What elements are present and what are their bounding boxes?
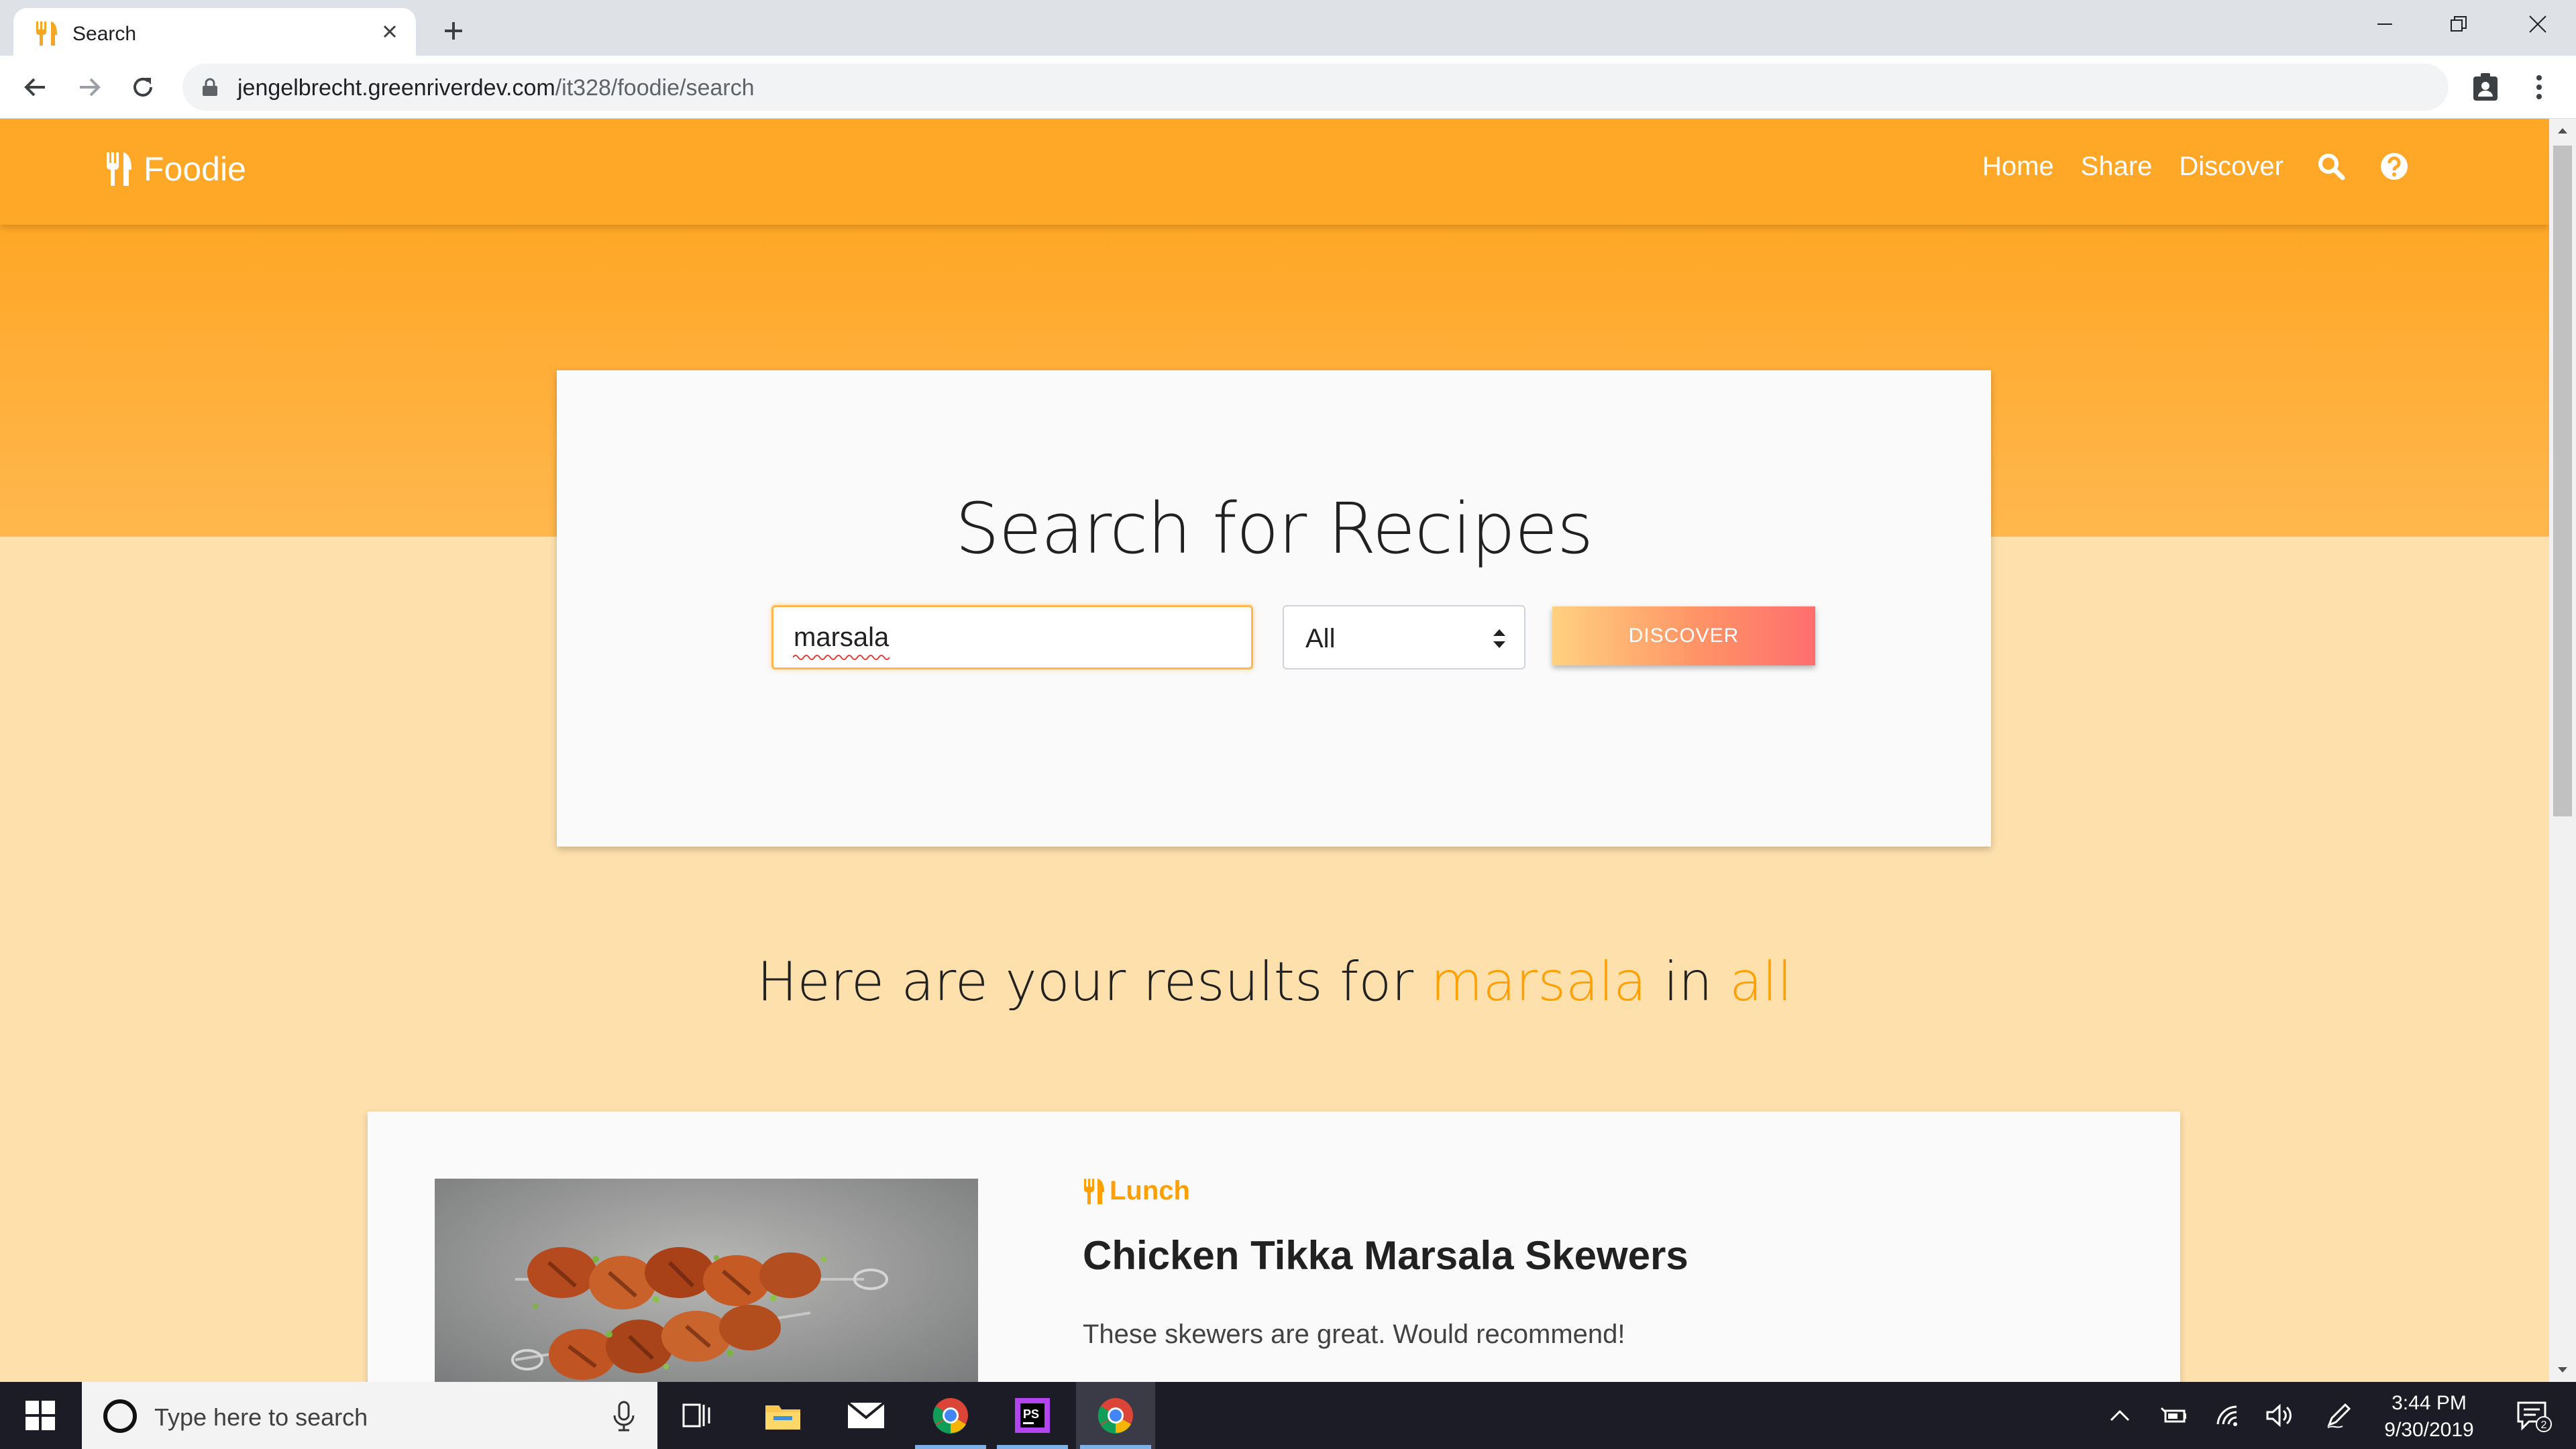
windows-taskbar: Type here to search PS 3:44 PM 9/30/2019 — [0, 1382, 2576, 1449]
close-window-icon[interactable] — [2501, 4, 2575, 44]
recipe-title[interactable]: Chicken Tikka Marsala Skewers — [1083, 1232, 1688, 1279]
results-heading: Here are your results for marsala in all — [0, 951, 2549, 1013]
mail-icon[interactable] — [826, 1382, 906, 1449]
lock-icon — [203, 78, 217, 96]
chrome-active-icon[interactable] — [1076, 1382, 1155, 1449]
sort-arrows-icon — [1493, 629, 1505, 648]
address-bar[interactable]: jengelbrecht.greenriverdev.com/it328/foo… — [182, 64, 2449, 111]
nav-share-link[interactable]: Share — [2081, 152, 2153, 182]
site-navbar: Foodie Home Share Discover — [0, 119, 2549, 225]
scroll-up-arrow-icon[interactable] — [2556, 124, 2569, 138]
nav-discover-link[interactable]: Discover — [2179, 152, 2284, 182]
utensils-icon — [1084, 1178, 1104, 1204]
cortana-icon — [103, 1399, 137, 1433]
file-explorer-icon[interactable] — [743, 1382, 822, 1449]
browser-tab[interactable]: Search — [13, 8, 416, 56]
recipe-card[interactable]: Lunch Chicken Tikka Marsala Skewers Thes… — [368, 1112, 2180, 1382]
page-viewport: Foodie Home Share Discover Search for Re… — [0, 119, 2549, 1382]
scrollbar-thumb[interactable] — [2553, 146, 2572, 816]
running-indicator — [997, 1445, 1068, 1449]
url-path: /it328/foodie/search — [555, 75, 755, 101]
battery-icon[interactable] — [2153, 1382, 2194, 1449]
tab-close-icon[interactable] — [376, 17, 404, 46]
help-icon[interactable] — [2379, 151, 2410, 182]
wifi-icon[interactable] — [2208, 1382, 2249, 1449]
show-hidden-icons-chevron-icon[interactable] — [2100, 1382, 2140, 1449]
category-select[interactable]: All — [1283, 605, 1525, 669]
taskbar-search-placeholder: Type here to search — [154, 1403, 368, 1431]
browser-toolbar: jengelbrecht.greenriverdev.com/it328/foo… — [0, 56, 2576, 119]
results-prefix: Here are your results for — [757, 951, 1414, 1013]
utensils-icon — [107, 152, 131, 186]
running-indicator — [1080, 1445, 1151, 1449]
forward-arrow-icon[interactable] — [70, 68, 109, 107]
browser-tabstrip: Search — [0, 0, 2576, 56]
restore-icon[interactable] — [2422, 4, 2496, 44]
windows-start-icon[interactable] — [0, 1382, 80, 1449]
microphone-icon[interactable] — [610, 1401, 637, 1432]
notification-count: 2 — [2541, 1419, 2547, 1431]
url-host: jengelbrecht.greenriverdev.com — [237, 75, 555, 101]
url-text: jengelbrecht.greenriverdev.com/it328/foo… — [237, 75, 755, 101]
recipe-image[interactable] — [435, 1179, 978, 1382]
brand-name: Foodie — [144, 150, 246, 188]
nav-links: Home Share Discover — [1955, 151, 2410, 182]
task-view-icon[interactable] — [657, 1382, 737, 1449]
discover-button[interactable]: DISCOVER — [1552, 606, 1815, 665]
tab-title: Search — [72, 23, 137, 45]
chrome-icon[interactable] — [911, 1382, 990, 1449]
system-clock[interactable]: 3:44 PM 9/30/2019 — [2365, 1390, 2493, 1444]
utensils-icon — [36, 21, 57, 46]
new-tab-button[interactable] — [435, 12, 472, 50]
phpstorm-icon[interactable]: PS — [993, 1382, 1072, 1449]
minimize-icon[interactable] — [2348, 4, 2422, 44]
brand-link[interactable]: Foodie — [105, 150, 246, 189]
recipe-category-label: Lunch — [1110, 1176, 1190, 1205]
results-query: marsala — [1430, 951, 1647, 1013]
category-select-value: All — [1305, 624, 1336, 653]
reload-icon[interactable] — [123, 68, 162, 107]
scroll-down-arrow-icon[interactable] — [2556, 1363, 2569, 1377]
clock-time: 3:44 PM — [2392, 1392, 2467, 1414]
nav-home-link[interactable]: Home — [1982, 152, 2054, 182]
results-category: all — [1729, 951, 1792, 1013]
spellcheck-underline — [793, 655, 890, 660]
recipe-category: Lunch — [1083, 1176, 1190, 1206]
recipe-description: These skewers are great. Would recommend… — [1083, 1320, 1625, 1349]
search-title: Search for Recipes — [955, 488, 1593, 570]
taskbar-search-box[interactable]: Type here to search — [82, 1382, 657, 1449]
clock-date: 9/30/2019 — [2384, 1419, 2474, 1441]
running-indicator — [915, 1445, 986, 1449]
action-center-icon[interactable]: 2 — [2493, 1382, 2576, 1449]
pen-ink-icon[interactable] — [2318, 1382, 2359, 1449]
volume-icon[interactable] — [2259, 1382, 2300, 1449]
results-middle: in — [1663, 951, 1713, 1013]
search-icon[interactable] — [2316, 151, 2347, 182]
page-scrollbar[interactable] — [2549, 119, 2576, 1382]
search-card: Search for Recipes All DISCOVER — [557, 370, 1991, 847]
menu-kebab-icon[interactable] — [2520, 68, 2559, 107]
back-arrow-icon[interactable] — [16, 68, 55, 107]
svg-text:PS: PS — [1023, 1407, 1039, 1421]
profile-badge-icon[interactable] — [2466, 68, 2505, 107]
